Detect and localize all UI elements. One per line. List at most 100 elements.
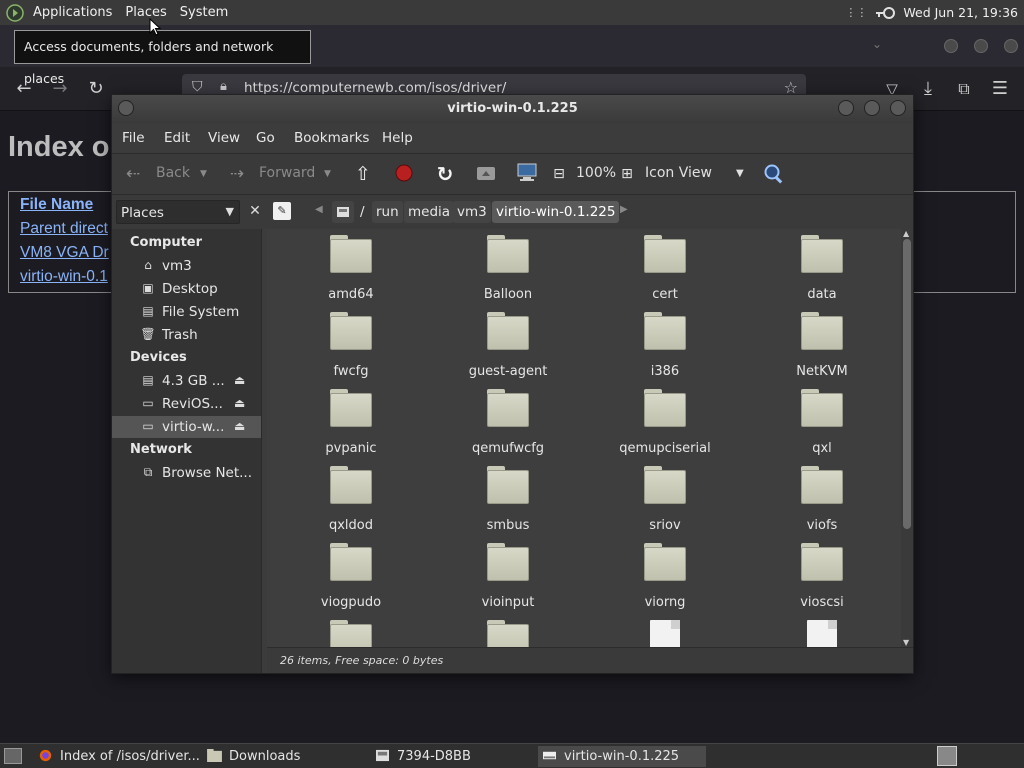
breadcrumb-right-arrow-icon[interactable]: ▶ [620,204,628,215]
hamburger-menu-icon[interactable]: ☰ [990,79,1010,99]
breadcrumb-current[interactable]: virtio-win-0.1.225 [492,201,620,223]
vm8-vga-driver-link[interactable]: VM8 VGA Dr [20,244,109,262]
zoom-in-icon[interactable]: ⊞ [616,163,638,185]
eject-icon[interactable]: ⏏ [234,373,245,387]
folder-item[interactable]: viofs [757,462,887,536]
virtio-win-link[interactable]: virtio-win-0.1 [20,268,108,286]
close-sidebar-icon[interactable]: ✕ [245,200,265,222]
breadcrumb-slash[interactable]: / [356,201,369,223]
eject-icon[interactable]: ⏏ [234,419,245,433]
folder-item[interactable]: NetKVM [757,308,887,382]
system-menu[interactable]: System [180,5,228,20]
window-titlebar[interactable]: virtio-win-0.1.225 [112,95,913,123]
forward-dropdown-icon[interactable]: ▼ [324,169,331,179]
menu-bookmarks[interactable]: Bookmarks [294,130,369,146]
view-mode-select[interactable]: Icon View [645,165,712,181]
folder-item[interactable]: qemufwcfg [443,385,573,459]
menu-view[interactable]: View [208,130,240,146]
task-browser[interactable]: Index of /isos/driver... [38,746,200,767]
scroll-down-icon[interactable]: ▼ [903,638,909,647]
folder-item[interactable]: fwcfg [286,308,416,382]
folder-item[interactable]: cert [600,231,730,305]
breadcrumb-left-arrow-icon[interactable]: ◀ [315,204,323,215]
close-button[interactable] [1004,39,1018,53]
menu-edit[interactable]: Edit [164,130,190,146]
breadcrumb-run[interactable]: run [372,201,403,223]
folder-item[interactable]: qxldod [286,462,416,536]
scrollbar-thumb[interactable] [903,239,911,529]
folder-item[interactable]: smbus [443,462,573,536]
maximize-button[interactable] [974,39,988,53]
back-arrow-icon[interactable]: ⇠ [122,163,144,185]
close-button[interactable] [890,100,906,116]
folder-item[interactable]: guest-agent [443,308,573,382]
sidebar-item-browse-network[interactable]: ⧉ Browse Net... [112,462,261,484]
parent-directory-link[interactable]: Parent direct [20,220,108,238]
scroll-up-icon[interactable]: ▲ [903,229,909,238]
clock[interactable]: Wed Jun 21, 19:36 [903,5,1018,20]
folder-item[interactable] [443,616,573,647]
reload-icon[interactable]: ↻ [434,163,456,185]
back-button[interactable]: Back [156,165,190,181]
applications-menu[interactable]: Applications [33,5,112,20]
minimize-button[interactable] [838,100,854,116]
file-item[interactable] [600,616,730,647]
folder-item[interactable]: pvpanic [286,385,416,459]
sidebar-item-desktop[interactable]: ▣ Desktop [112,278,261,300]
forward-arrow-icon[interactable]: ⇢ [226,163,248,185]
folder-item[interactable]: viogpudo [286,539,416,613]
sidebar-item-virtio[interactable]: ▭ virtio-w... ⏏ [112,416,261,438]
zoom-out-icon[interactable]: ⊟ [548,163,570,185]
minimize-button[interactable] [944,39,958,53]
edit-location-icon[interactable]: ✎ [273,202,291,220]
sidebar-item-file-system[interactable]: ▤ File System [112,301,261,323]
tab-list-chevron-icon[interactable]: ⌄ [872,37,882,51]
folder-item[interactable]: qxl [757,385,887,459]
sidebar-item-revios[interactable]: ▭ ReviOS... ⏏ [112,393,261,415]
breadcrumb-vm3[interactable]: vm3 [453,201,491,223]
sidebar-item-volume-4gb[interactable]: ▤ 4.3 GB ... ⏏ [112,370,261,392]
back-dropdown-icon[interactable]: ▼ [200,169,207,179]
extensions-icon[interactable]: ⧉ [954,79,974,99]
shield-icon[interactable]: ⛉ [192,79,203,95]
workspace-switcher[interactable] [937,746,957,766]
task-downloads[interactable]: Downloads [207,746,300,767]
folder-item[interactable]: data [757,231,887,305]
folder-item[interactable]: viorng [600,539,730,613]
column-header-file-name[interactable]: File Name [20,196,93,214]
vertical-scrollbar[interactable]: ▲ ▼ [901,229,913,647]
maximize-button[interactable] [864,100,880,116]
folder-item[interactable]: vioscsi [757,539,887,613]
eject-icon[interactable]: ⏏ [234,396,245,410]
task-drive-7394[interactable]: 7394-D8BB [375,746,471,767]
folder-item[interactable]: amd64 [286,231,416,305]
show-desktop-icon[interactable] [4,748,22,764]
sidebar-item-trash[interactable]: 🗑︎ Trash [112,324,261,346]
lock-icon[interactable]: 🔒︎ [220,79,227,94]
sidebar-type-select[interactable]: Places ▼ [116,200,240,224]
file-item[interactable] [757,616,887,647]
home-icon[interactable] [475,163,497,185]
icon-view[interactable]: amd64 Balloon cert data fwcfg guest-agent i386… [267,229,913,647]
reload-icon[interactable]: ↻ [86,79,106,99]
folder-item[interactable]: i386 [600,308,730,382]
distro-logo-icon[interactable] [6,3,24,22]
up-arrow-icon[interactable]: ⇧ [352,163,374,185]
stop-icon[interactable] [393,163,415,185]
computer-icon[interactable] [516,163,538,185]
folder-item[interactable]: qemupciserial [600,385,730,459]
menu-go[interactable]: Go [256,130,275,146]
folder-item[interactable]: Balloon [443,231,573,305]
task-virtio-win[interactable]: virtio-win-0.1.225 [538,746,706,767]
menu-file[interactable]: File [122,130,145,146]
view-mode-dropdown-icon[interactable]: ▼ [736,168,744,179]
forward-button[interactable]: Forward [259,165,315,181]
download-icon[interactable]: ⤓ [918,79,938,99]
menu-help[interactable]: Help [382,130,413,146]
sidebar-item-vm3[interactable]: ⌂ vm3 [112,255,261,277]
breadcrumb-media[interactable]: media [404,201,455,223]
breadcrumb-root[interactable] [332,201,354,223]
folder-item[interactable]: sriov [600,462,730,536]
search-icon[interactable] [763,163,785,185]
folder-item[interactable] [286,616,416,647]
